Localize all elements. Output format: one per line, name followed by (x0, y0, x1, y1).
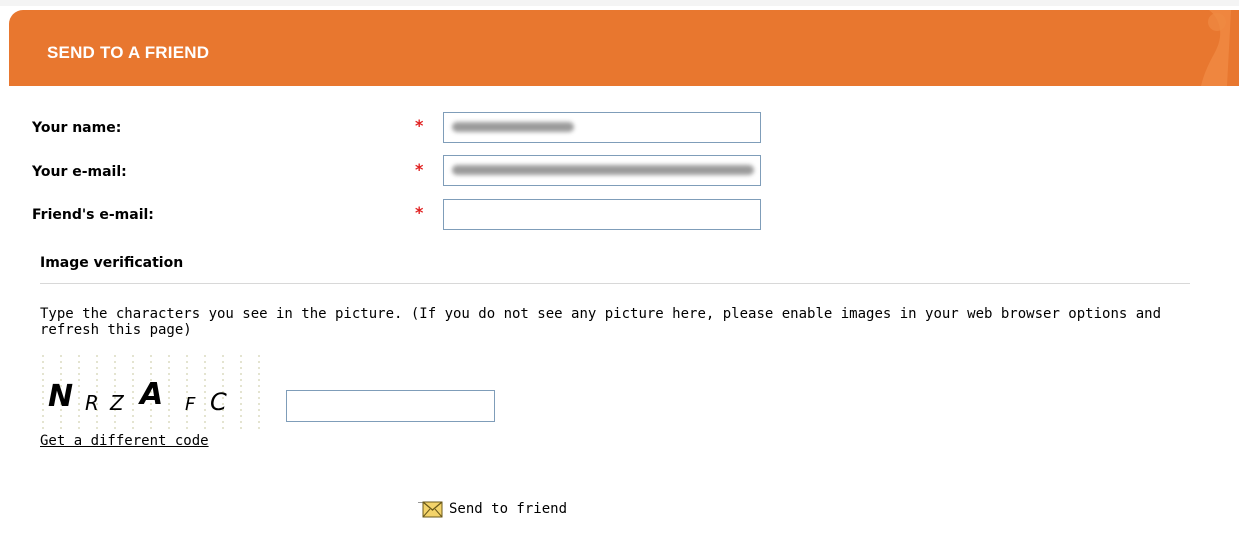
your-email-label: Your e-mail: (32, 164, 127, 180)
top-border (0, 0, 1239, 6)
send-to-friend-label: Send to friend (449, 501, 568, 517)
your-name-input[interactable] (443, 112, 761, 143)
section-divider (40, 283, 1190, 284)
required-marker: * (415, 160, 424, 179)
friend-email-label: Friend's e-mail: (32, 207, 154, 223)
required-marker: * (415, 203, 424, 222)
page-title: SEND TO A FRIEND (47, 43, 210, 62)
svg-text:F: F (185, 394, 196, 415)
captcha-image: N R Z A F C (42, 355, 260, 431)
svg-text:C: C (210, 388, 227, 416)
header-bar: SEND TO A FRIEND (9, 10, 1239, 86)
svg-text:N: N (48, 379, 73, 414)
svg-text:R: R (85, 391, 99, 415)
image-verification-title: Image verification (40, 255, 184, 271)
svg-text:Z: Z (109, 391, 125, 415)
verification-instructions: Type the characters you see in the pictu… (40, 306, 1162, 338)
your-name-label: Your name: (32, 120, 122, 136)
captcha-input[interactable] (286, 390, 495, 422)
your-email-input[interactable] (443, 155, 761, 186)
redacted-value (452, 165, 754, 175)
friend-email-input[interactable] (443, 199, 761, 230)
envelope-icon (418, 501, 443, 518)
header-decoration-icon (1201, 10, 1231, 86)
required-marker: * (415, 116, 424, 135)
send-to-friend-button[interactable]: Send to friend (417, 498, 567, 520)
redacted-value (452, 122, 574, 132)
get-different-code-link[interactable]: Get a different code (40, 433, 209, 449)
svg-text:A: A (138, 377, 163, 412)
